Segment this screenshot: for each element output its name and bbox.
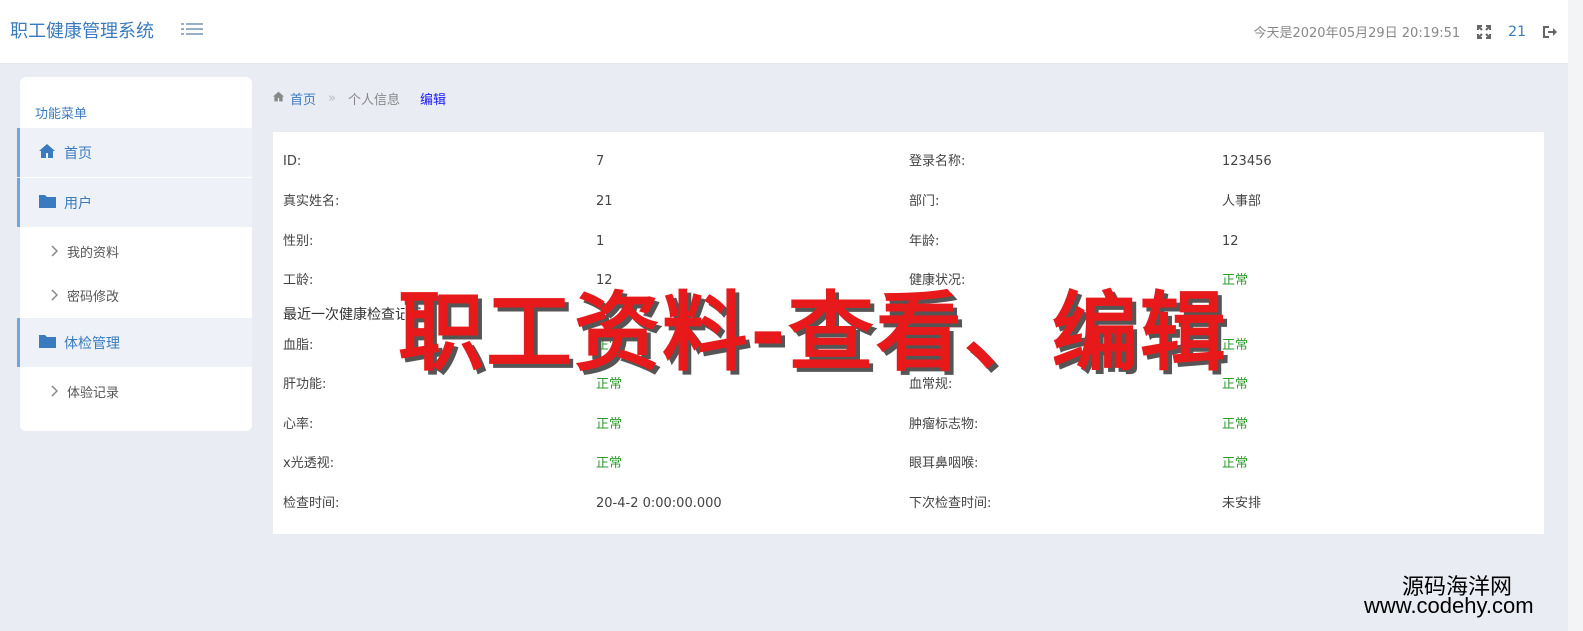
table-row: x光透视: 正常 眼耳鼻咽喉: 正常 bbox=[273, 449, 1544, 479]
sidebar-item-label: 密码修改 bbox=[67, 290, 120, 305]
field-label: 心率: bbox=[283, 417, 314, 432]
table-row: 检查时间: 20-4-2 0:00:00.000 下次检查时间: 未安排 bbox=[273, 489, 1544, 519]
sidebar-item-change-password[interactable]: 密码修改 bbox=[20, 274, 252, 314]
status-value: 正常 bbox=[596, 417, 623, 432]
field-label: 血脂: bbox=[283, 338, 314, 353]
field-label: 性别: bbox=[283, 234, 314, 249]
field-label: 真实姓名: bbox=[283, 194, 340, 209]
breadcrumb-personal-info: 个人信息 bbox=[347, 92, 400, 108]
sidebar-item-users[interactable]: 用户 bbox=[17, 178, 252, 227]
sidebar-item-label: 我的资料 bbox=[67, 246, 120, 261]
home-icon bbox=[38, 143, 56, 163]
sidebar-item-checkup-records[interactable]: 体验记录 bbox=[20, 370, 252, 410]
home-icon bbox=[272, 91, 285, 106]
field-label: x光透视: bbox=[283, 456, 335, 471]
sidebar-item-label: 体验记录 bbox=[67, 386, 120, 401]
app-brand[interactable]: 职工健康管理系统 bbox=[10, 17, 154, 43]
field-label: ID: bbox=[283, 154, 302, 169]
menu-list-icon[interactable] bbox=[181, 20, 203, 40]
field-value: 12 bbox=[1222, 234, 1239, 249]
table-row: ID: 7 登录名称: 123456 bbox=[273, 147, 1544, 177]
top-bar: 职工健康管理系统 今天是2020年05月29日 20:19:51 21 bbox=[0, 0, 1568, 64]
breadcrumb-home[interactable]: 首页 bbox=[290, 89, 316, 108]
field-value: 未安排 bbox=[1222, 496, 1262, 511]
watermark-url: www.codehy.com bbox=[1364, 593, 1534, 618]
field-label: 登录名称: bbox=[909, 154, 966, 169]
sidebar-item-label: 体检管理 bbox=[64, 336, 120, 352]
status-value: 正常 bbox=[1222, 417, 1249, 432]
sidebar-item-my-profile[interactable]: 我的资料 bbox=[20, 230, 252, 270]
field-value: 人事部 bbox=[1222, 194, 1262, 209]
chevron-right-icon bbox=[50, 286, 59, 305]
logout-icon[interactable] bbox=[1542, 24, 1558, 40]
fullscreen-icon[interactable] bbox=[1476, 24, 1492, 40]
field-value: 123456 bbox=[1222, 154, 1272, 169]
field-value: 20-4-2 0:00:00.000 bbox=[596, 496, 722, 511]
status-value: 正常 bbox=[1222, 456, 1249, 471]
field-value: 7 bbox=[596, 154, 605, 169]
sidebar-item-home[interactable]: 首页 bbox=[17, 128, 252, 177]
top-right-area: 今天是2020年05月29日 20:19:51 21 bbox=[1253, 0, 1558, 63]
status-value: 正常 bbox=[596, 456, 623, 471]
field-label: 下次检查时间: bbox=[909, 496, 992, 511]
folder-icon bbox=[38, 193, 57, 213]
breadcrumb-separator: » bbox=[328, 90, 336, 106]
field-label: 部门: bbox=[909, 194, 940, 209]
sidebar: 功能菜单 首页 用户 我的资料 密码修改 体检管理 体验记录 bbox=[17, 77, 252, 431]
sidebar-item-label: 首页 bbox=[64, 146, 92, 162]
folder-icon bbox=[38, 333, 57, 353]
field-label: 肿瘤标志物: bbox=[909, 417, 979, 432]
sidebar-title: 功能菜单 bbox=[35, 107, 88, 122]
field-label: 工龄: bbox=[283, 273, 314, 288]
overlay-banner: 职工资料-查看、编辑 bbox=[398, 283, 1228, 383]
chevron-right-icon bbox=[50, 382, 59, 401]
field-label: 年龄: bbox=[909, 234, 940, 249]
table-row: 性别: 1 年龄: 12 bbox=[273, 227, 1544, 257]
breadcrumb: 首页 » 个人信息 编辑 bbox=[272, 88, 446, 108]
current-user[interactable]: 21 bbox=[1508, 24, 1526, 40]
sidebar-item-label: 用户 bbox=[64, 196, 92, 212]
current-datetime: 今天是2020年05月29日 20:19:51 bbox=[1253, 26, 1461, 41]
field-label: 检查时间: bbox=[283, 496, 340, 511]
table-row: 心率: 正常 肿瘤标志物: 正常 bbox=[273, 410, 1544, 440]
page-scrollbar[interactable] bbox=[1568, 0, 1583, 631]
sidebar-item-checkup-management[interactable]: 体检管理 bbox=[17, 318, 252, 367]
field-value: 21 bbox=[596, 194, 613, 209]
edit-link[interactable]: 编辑 bbox=[420, 89, 446, 108]
chevron-right-icon bbox=[50, 242, 59, 261]
field-label: 肝功能: bbox=[283, 377, 327, 392]
table-row: 真实姓名: 21 部门: 人事部 bbox=[273, 187, 1544, 217]
field-label: 眼耳鼻咽喉: bbox=[909, 456, 979, 471]
field-value: 1 bbox=[596, 234, 605, 249]
